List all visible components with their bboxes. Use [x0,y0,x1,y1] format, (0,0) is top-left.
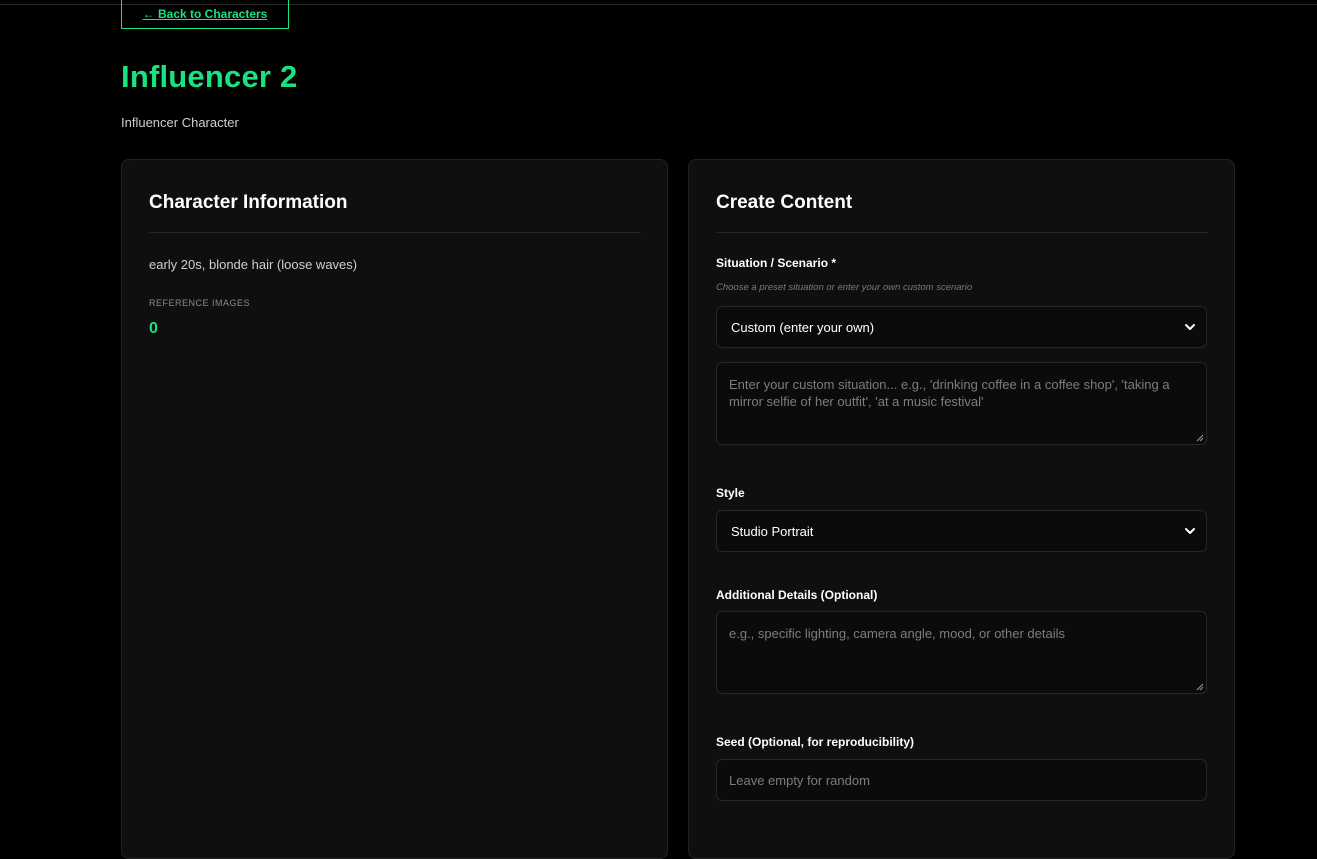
style-label: Style [716,486,745,500]
page-subtitle: Influencer Character [121,115,239,130]
card-title: Character Information [149,192,348,213]
character-description: early 20s, blonde hair (loose waves) [149,257,358,272]
chevron-down-icon [1185,324,1195,330]
reference-images-count: 0 [149,320,158,337]
custom-situation-textarea[interactable]: Enter your custom situation... e.g., 'dr… [716,362,1207,445]
card-title: Create Content [716,192,853,213]
seed-placeholder: Leave empty for random [729,772,870,788]
seed-input[interactable]: Leave empty for random [716,759,1207,801]
situation-select[interactable]: Custom (enter your own) [716,306,1207,348]
reference-images-label: REFERENCE IMAGES [149,298,251,308]
divider [716,232,1208,233]
additional-details-label: Additional Details (Optional) [716,588,878,602]
page-title: Influencer 2 [121,59,298,94]
resize-grip-icon[interactable] [1196,683,1204,691]
custom-situation-placeholder: Enter your custom situation... e.g., 'dr… [729,377,1170,409]
create-content-card: Create Content Situation / Scenario * Ch… [688,159,1235,859]
situation-hint: Choose a preset situation or enter your … [716,282,973,293]
situation-select-value: Custom (enter your own) [731,319,875,335]
character-information-card: Character Information early 20s, blonde … [121,159,668,859]
style-select-value: Studio Portrait [731,523,814,539]
chevron-down-icon [1185,528,1195,534]
additional-details-placeholder: e.g., specific lighting, camera angle, m… [729,626,1066,641]
resize-grip-icon[interactable] [1196,434,1204,442]
seed-label: Seed (Optional, for reproducibility) [716,735,915,749]
additional-details-textarea[interactable]: e.g., specific lighting, camera angle, m… [716,611,1207,694]
situation-label: Situation / Scenario * [716,256,837,270]
divider [149,232,641,233]
back-to-characters-button[interactable]: ← Back to Characters [121,0,289,29]
style-select[interactable]: Studio Portrait [716,510,1207,552]
